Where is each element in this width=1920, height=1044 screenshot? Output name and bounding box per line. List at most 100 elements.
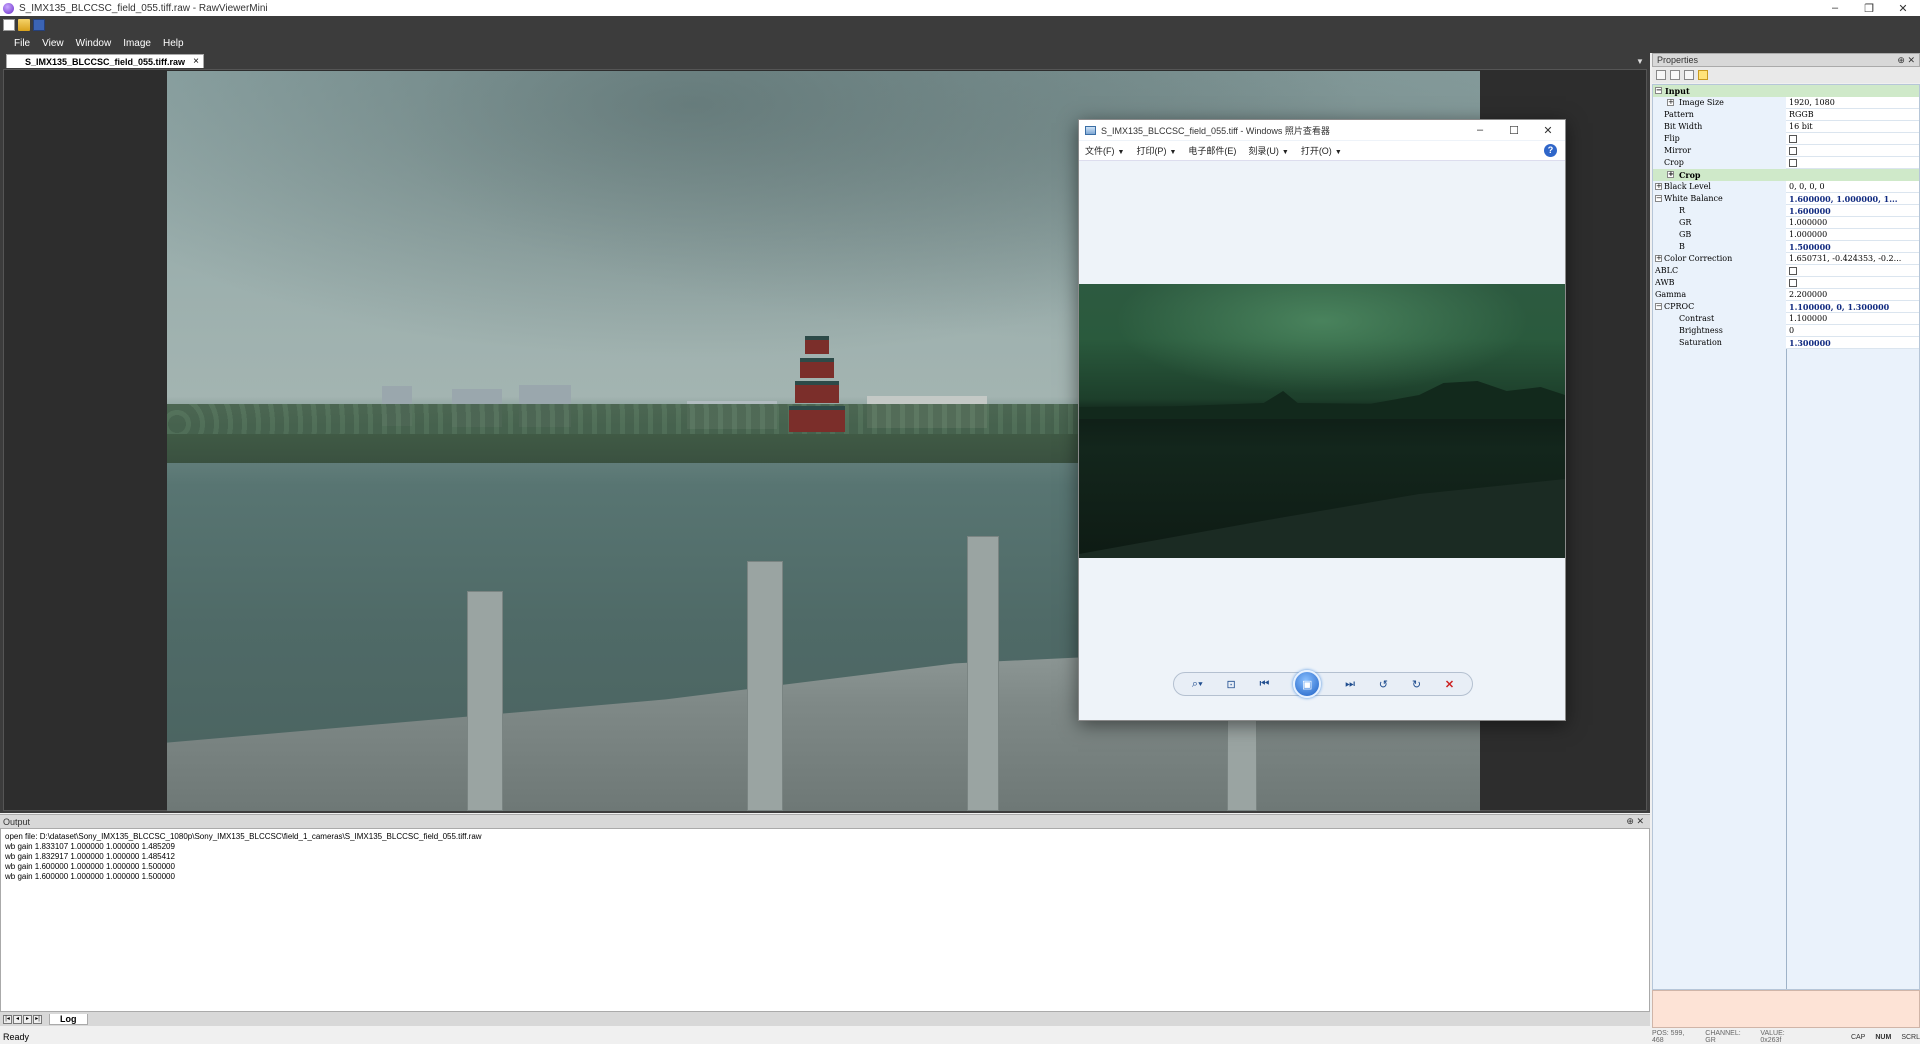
- property-checkbox[interactable]: [1786, 157, 1919, 169]
- property-pages-icon[interactable]: [1684, 70, 1694, 80]
- output-log[interactable]: open file: D:\dataset\Sony_IMX135_BLCCSC…: [0, 828, 1650, 1012]
- property-row[interactable]: − White Balance 1.600000, 1.000000, 1...: [1653, 193, 1919, 205]
- property-row[interactable]: Bit Width 16 bit: [1653, 121, 1919, 133]
- restore-button[interactable]: ❐: [1852, 0, 1886, 16]
- checkbox-icon[interactable]: [1789, 279, 1797, 287]
- property-row[interactable]: B 1.500000: [1653, 241, 1919, 253]
- property-row[interactable]: Gamma 2.200000: [1653, 289, 1919, 301]
- property-row[interactable]: Contrast 1.100000: [1653, 313, 1919, 325]
- property-value[interactable]: 0, 0, 0, 0: [1786, 181, 1919, 193]
- fit-icon[interactable]: ⊡: [1227, 678, 1236, 691]
- property-row[interactable]: Crop: [1653, 157, 1919, 169]
- checkbox-icon[interactable]: [1789, 159, 1797, 167]
- property-value[interactable]: 1920, 1080: [1786, 97, 1919, 109]
- checkbox-icon[interactable]: [1789, 135, 1797, 143]
- events-icon[interactable]: [1698, 70, 1708, 80]
- property-row[interactable]: + Color Correction 1.650731, -0.424353, -0…: [1653, 253, 1919, 265]
- menu-file[interactable]: File: [8, 38, 36, 49]
- property-checkbox[interactable]: [1786, 133, 1919, 145]
- sort-alpha-icon[interactable]: [1670, 70, 1680, 80]
- property-value[interactable]: 1.650731, -0.424353, -0.2...: [1786, 253, 1919, 265]
- property-value[interactable]: 16 bit: [1786, 121, 1919, 133]
- property-value[interactable]: 1.000000: [1786, 229, 1919, 241]
- property-row[interactable]: − Input: [1653, 85, 1919, 97]
- property-value[interactable]: 1.600000, 1.000000, 1...: [1786, 193, 1919, 205]
- property-row[interactable]: ABLC: [1653, 265, 1919, 277]
- rotate-right-icon[interactable]: ↻: [1412, 678, 1421, 691]
- last-tab-icon[interactable]: ▸|: [33, 1014, 42, 1024]
- property-row[interactable]: GR 1.000000: [1653, 217, 1919, 229]
- property-row[interactable]: R 1.600000: [1653, 205, 1919, 217]
- zoom-icon[interactable]: ⌕▾: [1192, 678, 1203, 691]
- property-value[interactable]: 0: [1786, 325, 1919, 337]
- property-value[interactable]: 1.100000: [1786, 313, 1919, 325]
- prev-tab-icon[interactable]: ◂: [13, 1014, 22, 1024]
- viewer-maximize-button[interactable]: ☐: [1497, 120, 1531, 140]
- checkbox-icon[interactable]: [1789, 267, 1797, 275]
- property-row[interactable]: Flip: [1653, 133, 1919, 145]
- categorized-icon[interactable]: [1656, 70, 1666, 80]
- next-icon[interactable]: ⏭: [1345, 678, 1355, 691]
- property-value[interactable]: 2.200000: [1786, 289, 1919, 301]
- property-row[interactable]: + Image Size 1920, 1080: [1653, 97, 1919, 109]
- expand-icon[interactable]: +: [1667, 171, 1674, 178]
- tab-close-icon[interactable]: ×: [193, 56, 199, 67]
- help-icon[interactable]: ?: [1544, 144, 1557, 157]
- property-row[interactable]: AWB: [1653, 277, 1919, 289]
- viewer-menu-burn[interactable]: 刻录(U) ▼: [1248, 144, 1288, 157]
- property-row[interactable]: − CPROC 1.100000, 0, 1.300000: [1653, 301, 1919, 313]
- property-checkbox[interactable]: [1786, 277, 1919, 289]
- property-row[interactable]: Mirror: [1653, 145, 1919, 157]
- property-checkbox[interactable]: [1786, 145, 1919, 157]
- checkbox-icon[interactable]: [1789, 147, 1797, 155]
- open-folder-icon[interactable]: [18, 19, 30, 31]
- menu-view[interactable]: View: [36, 38, 70, 49]
- property-value[interactable]: 1.300000: [1786, 337, 1919, 349]
- status-readout: POS: 599, 468 CHANNEL: GR VALUE: 0x263f …: [1652, 1030, 1920, 1044]
- collapse-icon[interactable]: −: [1655, 303, 1662, 310]
- new-file-icon[interactable]: [3, 19, 15, 31]
- property-row[interactable]: Pattern RGGB: [1653, 109, 1919, 121]
- property-value[interactable]: 1.000000: [1786, 217, 1919, 229]
- property-value[interactable]: 1.600000: [1786, 205, 1919, 217]
- first-tab-icon[interactable]: |◂: [3, 1014, 12, 1024]
- property-value[interactable]: RGGB: [1786, 109, 1919, 121]
- expand-icon[interactable]: +: [1655, 183, 1662, 190]
- viewer-menu-file[interactable]: 文件(F) ▼: [1085, 144, 1124, 157]
- document-tab[interactable]: S_IMX135_BLCCSC_field_055.tiff.raw ×: [6, 54, 204, 68]
- expand-icon[interactable]: +: [1667, 99, 1674, 106]
- previous-icon[interactable]: ⏮: [1260, 678, 1270, 691]
- minimize-button[interactable]: –: [1818, 0, 1852, 16]
- tab-list-dropdown-icon[interactable]: ▼: [1636, 57, 1644, 66]
- property-row[interactable]: + Black Level 0, 0, 0, 0: [1653, 181, 1919, 193]
- save-icon[interactable]: [33, 19, 45, 31]
- property-value[interactable]: 1.100000, 0, 1.300000: [1786, 301, 1919, 313]
- property-row[interactable]: GB 1.000000: [1653, 229, 1919, 241]
- tab-log[interactable]: Log: [49, 1013, 88, 1025]
- viewer-close-button[interactable]: ✕: [1531, 120, 1565, 140]
- properties-panel-buttons[interactable]: ⊕ ✕: [1897, 55, 1915, 66]
- viewer-menu-email[interactable]: 电子邮件(E): [1188, 144, 1236, 157]
- rotate-left-icon[interactable]: ↺: [1379, 678, 1388, 691]
- slideshow-icon[interactable]: ▣: [1293, 670, 1322, 698]
- delete-icon[interactable]: ✕: [1445, 678, 1454, 691]
- property-row[interactable]: Saturation 1.300000: [1653, 337, 1919, 349]
- collapse-icon[interactable]: −: [1655, 87, 1662, 94]
- property-value[interactable]: 1.500000: [1786, 241, 1919, 253]
- property-name: Contrast: [1679, 314, 1715, 323]
- close-button[interactable]: ✕: [1886, 0, 1920, 16]
- document-tab-label: S_IMX135_BLCCSC_field_055.tiff.raw: [25, 56, 186, 67]
- viewer-minimize-button[interactable]: –: [1463, 120, 1497, 140]
- property-row[interactable]: Brightness 0: [1653, 325, 1919, 337]
- viewer-menu-print[interactable]: 打印(P) ▼: [1136, 144, 1176, 157]
- viewer-menu-open[interactable]: 打开(O) ▼: [1301, 144, 1342, 157]
- menu-help[interactable]: Help: [157, 38, 190, 49]
- output-panel-buttons[interactable]: ⊕ ✕: [1626, 816, 1644, 827]
- menu-window[interactable]: Window: [70, 38, 118, 49]
- property-checkbox[interactable]: [1786, 265, 1919, 277]
- menu-image[interactable]: Image: [117, 38, 157, 49]
- next-tab-icon[interactable]: ▸: [23, 1014, 32, 1024]
- expand-icon[interactable]: +: [1655, 255, 1662, 262]
- property-row[interactable]: + Crop: [1653, 169, 1919, 181]
- collapse-icon[interactable]: −: [1655, 195, 1662, 202]
